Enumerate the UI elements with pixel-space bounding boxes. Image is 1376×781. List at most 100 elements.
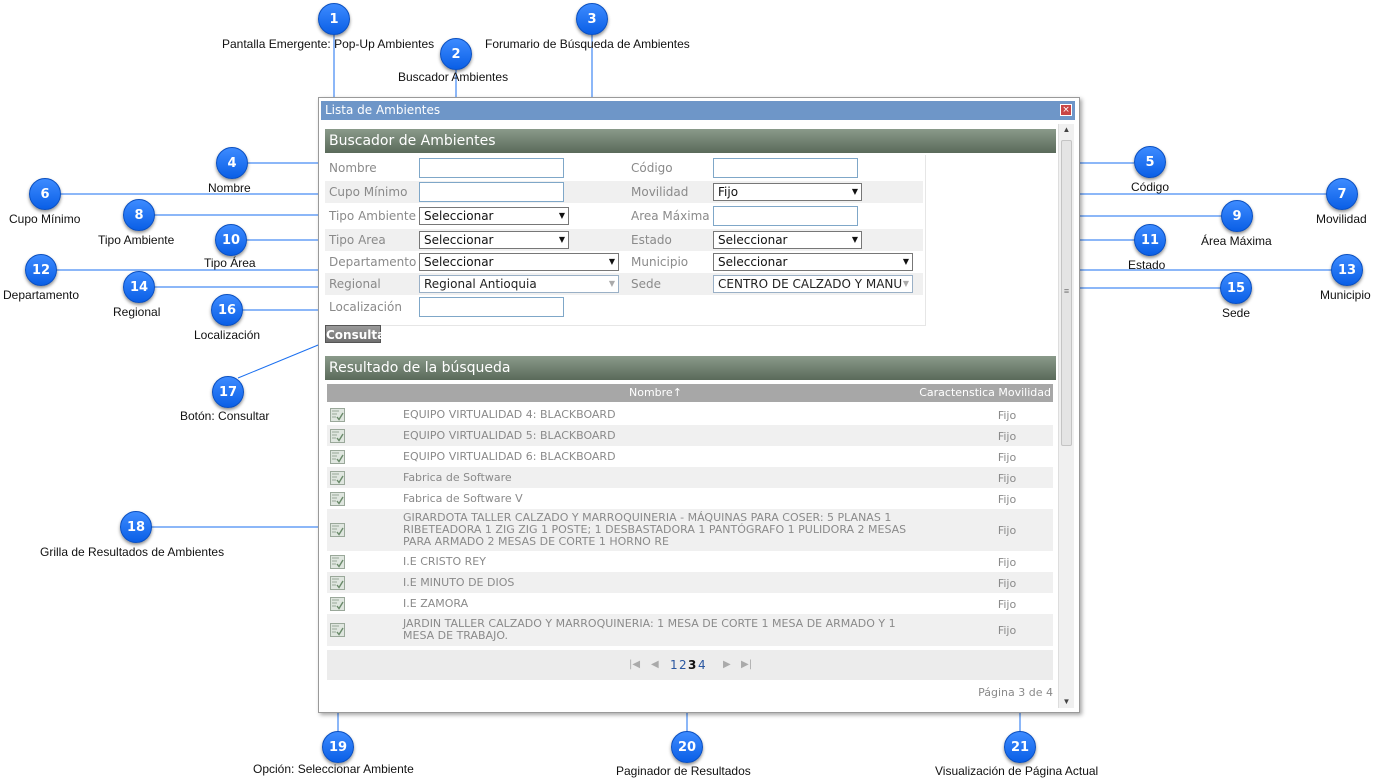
select-row-icon[interactable] bbox=[330, 576, 345, 590]
localizacion-input[interactable] bbox=[419, 297, 564, 317]
movilidad-select[interactable]: Fijo ▼ bbox=[713, 183, 862, 201]
callout-label-17: Botón: Consultar bbox=[180, 409, 270, 423]
search-form: Nombre Código Cupo Mínimo Movilidad Fijo… bbox=[325, 155, 926, 326]
page-link-1[interactable]: 1 bbox=[670, 658, 678, 672]
row-nombre-cell: Fabrica de Software bbox=[403, 471, 512, 484]
movilidad-column-header[interactable]: Caractenstica Movilidad bbox=[919, 384, 1051, 402]
table-row: I.E MINUTO DE DIOS Fijo bbox=[327, 572, 1053, 593]
page-link-2[interactable]: 2 bbox=[679, 658, 687, 672]
area-maxima-input[interactable] bbox=[713, 206, 858, 226]
callout-label-3: Forumario de Búsqueda de Ambientes bbox=[485, 37, 690, 51]
form-row: Regional Regional Antioquia ▼ Sede CENTR… bbox=[325, 273, 923, 295]
select-row-icon[interactable] bbox=[330, 450, 345, 464]
nombre-input[interactable] bbox=[419, 158, 564, 178]
popup-window: Lista de Ambientes × ▲ ≡ ▼ Buscador de A… bbox=[318, 97, 1080, 713]
callout-badge-3: 3 bbox=[576, 3, 608, 35]
callout-label-16: Localización bbox=[194, 328, 261, 342]
search-panel-header: Buscador de Ambientes bbox=[325, 129, 1056, 153]
departamento-label: Departamento bbox=[329, 255, 417, 269]
departamento-select[interactable]: Seleccionar ▼ bbox=[419, 253, 619, 271]
select-row-icon[interactable] bbox=[330, 623, 345, 637]
page-link-3[interactable]: 3 bbox=[688, 658, 696, 672]
row-movilidad-cell: Fijo bbox=[997, 451, 1017, 464]
callout-label-20: Paginador de Resultados bbox=[616, 764, 751, 778]
close-icon[interactable]: × bbox=[1060, 104, 1072, 116]
chevron-down-icon: ▼ bbox=[558, 235, 565, 244]
callout-label-15: Sede bbox=[1222, 306, 1251, 320]
form-row: Localización bbox=[325, 296, 923, 318]
cupo-minimo-label: Cupo Mínimo bbox=[329, 185, 408, 199]
municipio-label: Municipio bbox=[631, 255, 689, 269]
cupo-minimo-input[interactable] bbox=[419, 182, 564, 202]
row-nombre-cell: EQUIPO VIRTUALIDAD 6: BLACKBOARD bbox=[403, 450, 616, 463]
callout-label-9: Área Máxima bbox=[1201, 234, 1272, 248]
form-row: Tipo Area Seleccionar ▼ Estado Seleccion… bbox=[325, 229, 923, 251]
results-pager: |◀ ◀ 1 2 3 4 ▶ ▶| bbox=[327, 650, 1053, 680]
regional-label: Regional bbox=[329, 277, 381, 291]
chevron-down-icon: ▼ bbox=[608, 279, 615, 288]
regional-value: Regional Antioquia bbox=[424, 277, 537, 291]
nombre-column-header[interactable]: Nombre↑ bbox=[629, 384, 682, 402]
first-page-icon[interactable]: |◀ bbox=[629, 659, 640, 670]
callout-badge-7: 7 bbox=[1326, 178, 1358, 210]
callout-badge-5: 5 bbox=[1134, 146, 1166, 178]
row-movilidad-cell: Fijo bbox=[997, 493, 1017, 506]
tipo-area-select[interactable]: Seleccionar ▼ bbox=[419, 231, 569, 249]
row-movilidad-cell: Fijo bbox=[997, 577, 1017, 590]
callout-label-14: Regional bbox=[113, 305, 161, 319]
municipio-select[interactable]: Seleccionar ▼ bbox=[713, 253, 913, 271]
select-row-icon[interactable] bbox=[330, 471, 345, 485]
page-info: Página 3 de 4 bbox=[978, 686, 1053, 699]
last-page-icon[interactable]: ▶| bbox=[741, 659, 752, 670]
select-row-icon[interactable] bbox=[330, 429, 345, 443]
callout-badge-14: 14 bbox=[123, 271, 155, 303]
tipo-ambiente-value: Seleccionar bbox=[424, 209, 494, 223]
callout-badge-2: 2 bbox=[440, 38, 472, 70]
scroll-up-icon[interactable]: ▲ bbox=[1059, 124, 1074, 136]
callout-badge-21: 21 bbox=[1004, 731, 1036, 763]
form-row: Cupo Mínimo Movilidad Fijo ▼ bbox=[325, 181, 923, 203]
select-row-icon[interactable] bbox=[330, 597, 345, 611]
select-row-icon[interactable] bbox=[330, 492, 345, 506]
next-page-icon[interactable]: ▶ bbox=[723, 659, 731, 670]
form-row: Departamento Seleccionar ▼ Municipio Sel… bbox=[325, 251, 923, 273]
row-nombre-cell: EQUIPO VIRTUALIDAD 4: BLACKBOARD bbox=[403, 408, 616, 421]
chevron-down-icon: ▼ bbox=[851, 235, 858, 244]
vertical-scrollbar[interactable]: ▲ ≡ ▼ bbox=[1058, 124, 1074, 708]
tipo-ambiente-select[interactable]: Seleccionar ▼ bbox=[419, 207, 569, 225]
form-row: Nombre Código bbox=[325, 157, 923, 179]
tipo-ambiente-label: Tipo Ambiente bbox=[329, 209, 416, 223]
row-nombre-cell: Fabrica de Software V bbox=[403, 492, 523, 505]
table-row: EQUIPO VIRTUALIDAD 4: BLACKBOARD Fijo bbox=[327, 404, 1053, 425]
estado-select[interactable]: Seleccionar ▼ bbox=[713, 231, 862, 249]
tipo-area-value: Seleccionar bbox=[424, 233, 494, 247]
movilidad-label: Movilidad bbox=[631, 185, 689, 199]
row-movilidad-cell: Fijo bbox=[997, 598, 1017, 611]
page-link-4[interactable]: 4 bbox=[698, 658, 706, 672]
row-movilidad-cell: Fijo bbox=[997, 524, 1017, 537]
annotated-screenshot: Lista de Ambientes × ▲ ≡ ▼ Buscador de A… bbox=[0, 0, 1376, 781]
estado-label: Estado bbox=[631, 233, 672, 247]
regional-select[interactable]: Regional Antioquia ▼ bbox=[419, 275, 619, 293]
sede-value: CENTRO DE CALZADO Y MANU bbox=[718, 277, 903, 291]
callout-badge-6: 6 bbox=[29, 178, 61, 210]
chevron-down-icon: ▼ bbox=[902, 276, 909, 292]
callout-label-4: Nombre bbox=[208, 181, 251, 195]
scroll-thumb[interactable]: ≡ bbox=[1061, 140, 1072, 446]
chevron-down-icon: ▼ bbox=[608, 257, 615, 266]
callout-badge-8: 8 bbox=[123, 199, 155, 231]
window-titlebar[interactable]: Lista de Ambientes × bbox=[321, 101, 1075, 120]
callout-badge-16: 16 bbox=[211, 294, 243, 326]
codigo-input[interactable] bbox=[713, 158, 858, 178]
nombre-label: Nombre bbox=[329, 161, 377, 175]
select-row-icon[interactable] bbox=[330, 408, 345, 422]
table-row: Fabrica de Software Fijo bbox=[327, 467, 1053, 488]
departamento-value: Seleccionar bbox=[424, 255, 494, 269]
consultar-button[interactable]: Consultar bbox=[325, 325, 391, 343]
prev-page-icon[interactable]: ◀ bbox=[651, 659, 659, 670]
select-row-icon[interactable] bbox=[330, 523, 345, 537]
scroll-down-icon[interactable]: ▼ bbox=[1059, 696, 1074, 708]
select-row-icon[interactable] bbox=[330, 555, 345, 569]
estado-value: Seleccionar bbox=[718, 233, 788, 247]
sede-select[interactable]: CENTRO DE CALZADO Y MANU ▼ bbox=[713, 275, 913, 293]
